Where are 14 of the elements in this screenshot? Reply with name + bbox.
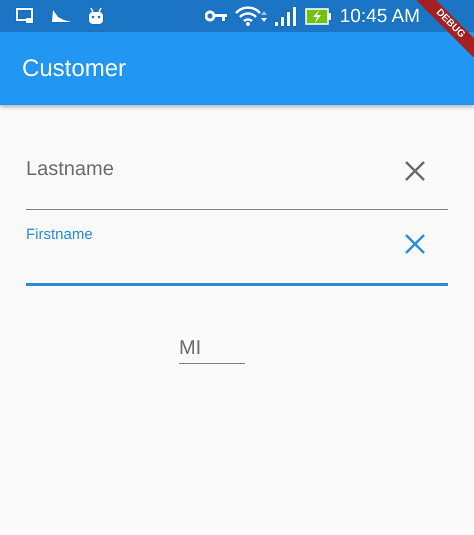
battery-icon: [304, 8, 332, 24]
wifi-icon: [234, 6, 267, 26]
figure-icon: [50, 8, 72, 24]
field-label: MI: [179, 336, 202, 361]
text-field[interactable]: MI: [179, 310, 245, 364]
field-label: Lastname: [26, 157, 115, 182]
text-field[interactable]: Firstname: [26, 224, 448, 286]
field-label: Firstname: [26, 225, 94, 245]
robot-icon: [88, 8, 104, 24]
screen-cast-icon: [16, 8, 34, 24]
signal-icon: [274, 6, 297, 26]
app-bar-title: Customer: [22, 54, 126, 84]
key-icon: [204, 10, 227, 22]
text-field[interactable]: Lastname: [26, 151, 448, 210]
